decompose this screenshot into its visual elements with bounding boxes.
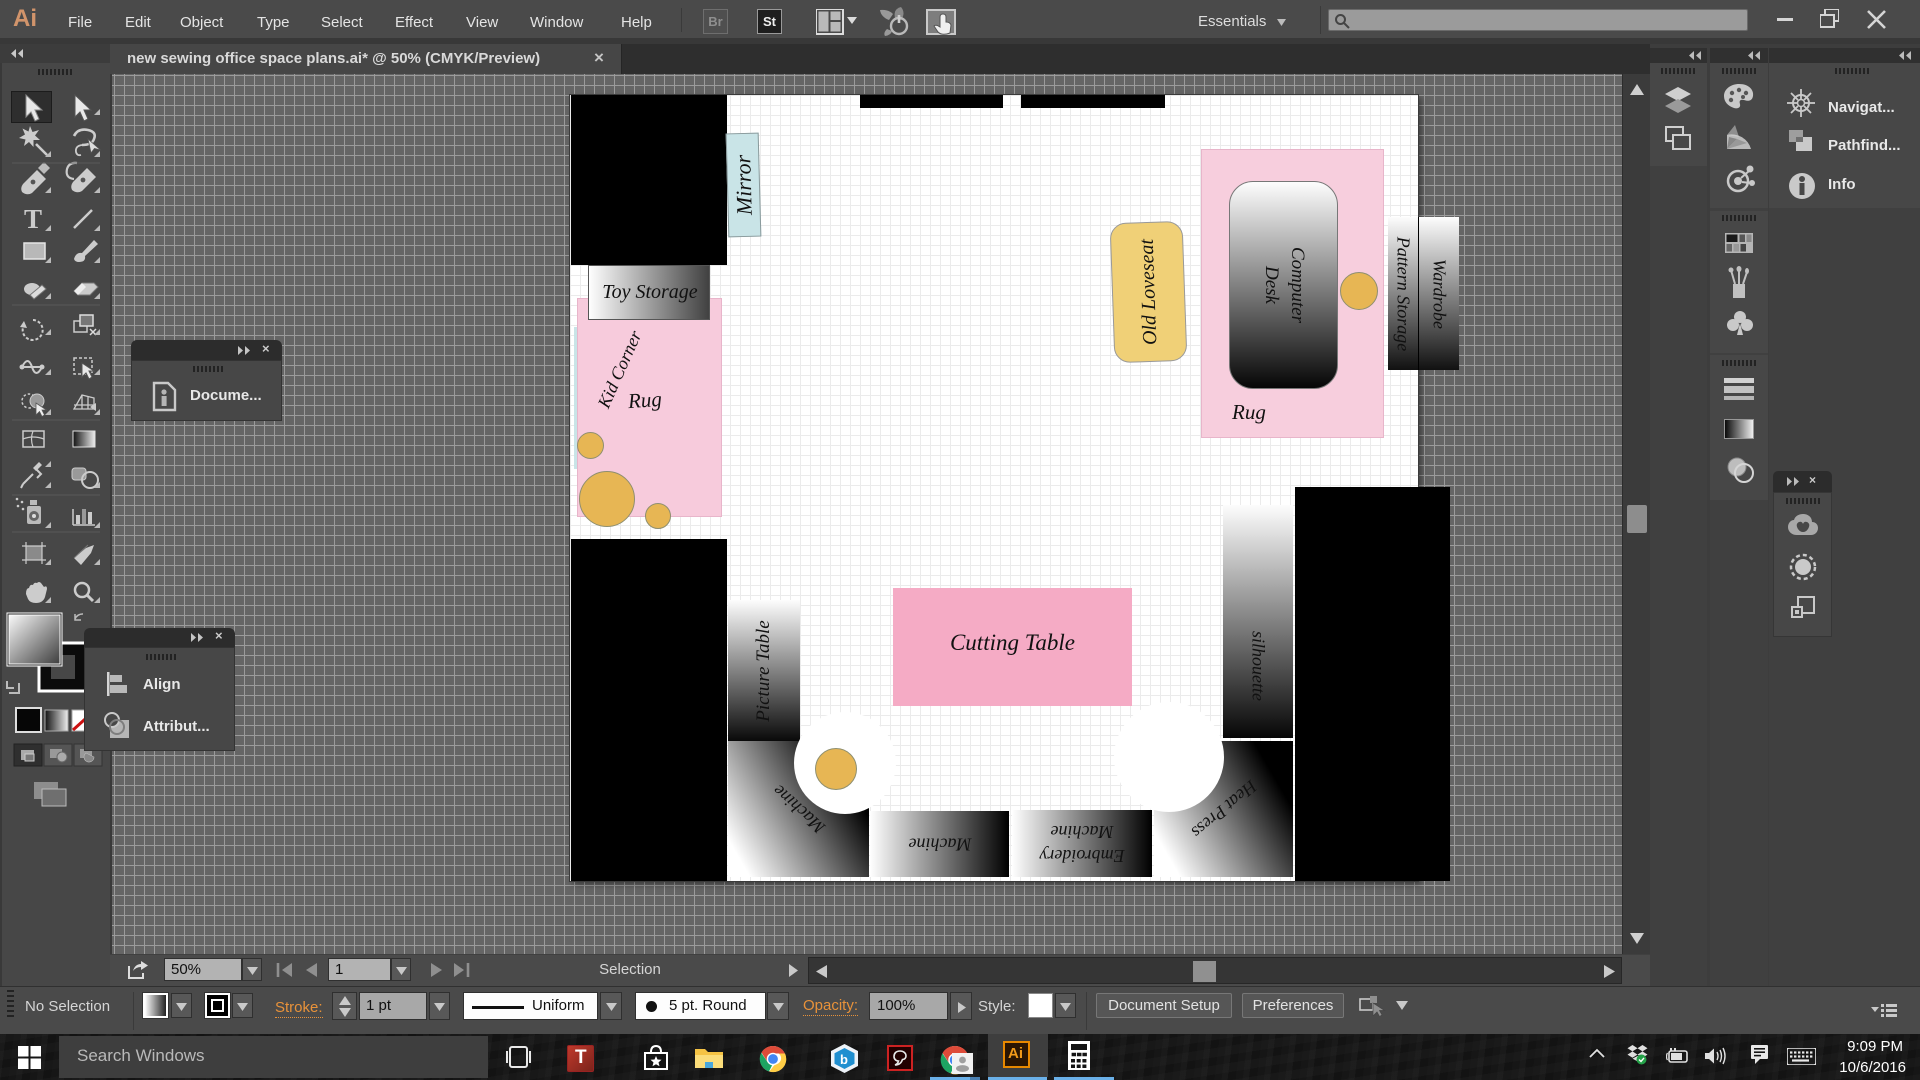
svg-text:T: T <box>24 204 42 234</box>
svg-text:b: b <box>840 1052 848 1067</box>
